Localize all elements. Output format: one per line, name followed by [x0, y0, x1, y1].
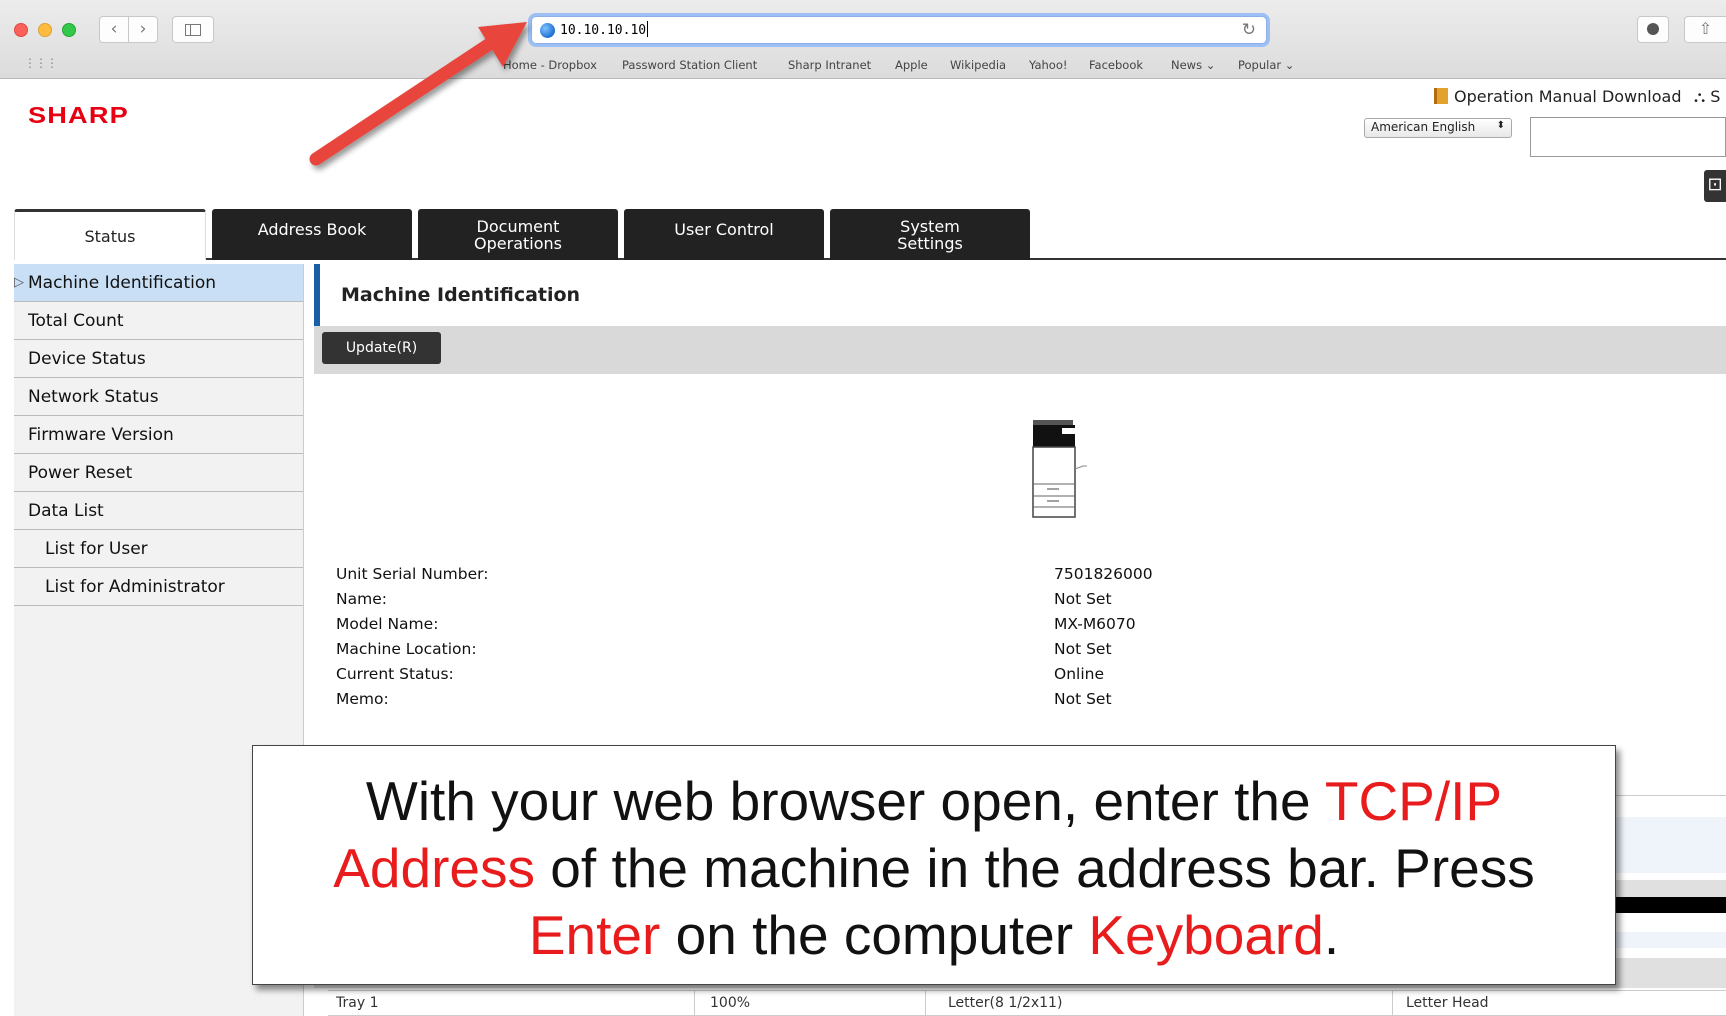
menu-item-data-list[interactable]: Data List: [14, 492, 303, 530]
menu-item-power-reset[interactable]: Power Reset: [14, 454, 303, 492]
address-input[interactable]: 10.10.10.10: [560, 21, 649, 38]
menu-item-network-status[interactable]: Network Status: [14, 378, 303, 416]
downloads-icon: [1647, 23, 1659, 35]
name-value: Not Set: [1054, 590, 1112, 608]
instruction-line-2: Address of the machine in the address ba…: [333, 837, 1535, 899]
table-row: Tray 1 100% Letter(8 1/2x11) Letter Head: [328, 990, 1726, 1016]
machine-location-label: Machine Location:: [336, 640, 477, 658]
sidebar-icon: [185, 24, 201, 36]
tab-user-control[interactable]: User Control: [624, 209, 824, 260]
tray-paper-type-cell: Letter Head: [1406, 995, 1489, 1011]
bookmark-news[interactable]: News ⌄: [1171, 58, 1215, 72]
share-icon: ⇧: [1698, 19, 1713, 38]
sidebar-toggle-button[interactable]: [172, 16, 214, 43]
downloads-button[interactable]: [1637, 16, 1669, 43]
update-toolbar: Update(R): [314, 326, 1726, 374]
tab-status[interactable]: Status: [14, 209, 206, 260]
sitemap-link[interactable]: ⛬ S: [1694, 87, 1720, 107]
current-status-value: Online: [1054, 665, 1104, 683]
sitemap-icon: ⛬: [1694, 87, 1711, 106]
instruction-line-3: Enter on the computer Keyboard.: [528, 904, 1340, 966]
tab-address-book[interactable]: Address Book: [212, 209, 412, 260]
bookmark-yahoo[interactable]: Yahoo!: [1029, 58, 1067, 72]
menu-item-list-for-administrator[interactable]: List for Administrator: [14, 568, 303, 606]
bookmark-popular[interactable]: Popular ⌄: [1238, 58, 1294, 72]
menu-item-firmware-version[interactable]: Firmware Version: [14, 416, 303, 454]
tray-paper-size-cell: Letter(8 1/2x11): [948, 995, 1063, 1011]
bookmarks-bar: ⋮⋮⋮ Home - Dropbox Password Station Clie…: [0, 53, 1726, 79]
chevron-left-icon: ‹: [110, 19, 118, 39]
tray-level-cell: 100%: [710, 995, 751, 1011]
operation-manual-download-link[interactable]: Operation Manual Download: [1434, 87, 1681, 106]
printer-image: [1032, 420, 1087, 518]
forward-button[interactable]: ›: [128, 16, 158, 43]
book-icon: [1434, 88, 1448, 104]
bookmark-password-station[interactable]: Password Station Client: [622, 58, 757, 72]
menu-item-list-for-user[interactable]: List for User: [14, 530, 303, 568]
chevron-right-icon: ›: [139, 19, 147, 39]
login-field[interactable]: [1530, 117, 1726, 157]
login-button[interactable]: ⊡: [1704, 170, 1726, 202]
current-item-icon: ▷: [14, 275, 24, 290]
bookmark-sharp-intranet[interactable]: Sharp Intranet: [788, 58, 871, 72]
back-button[interactable]: ‹: [99, 16, 129, 43]
instruction-callout: With your web browser open, enter the TC…: [252, 745, 1616, 985]
menu-item-device-status[interactable]: Device Status: [14, 340, 303, 378]
language-select[interactable]: American English ⬍: [1364, 118, 1512, 138]
zoom-window-button[interactable]: [62, 23, 76, 37]
name-label: Name:: [336, 590, 387, 608]
instruction-line-1: With your web browser open, enter the TC…: [365, 770, 1503, 832]
model-name-label: Model Name:: [336, 615, 439, 633]
tab-system-settings[interactable]: System Settings: [830, 209, 1030, 260]
current-status-label: Current Status:: [336, 665, 454, 683]
close-window-button[interactable]: [14, 23, 28, 37]
update-button[interactable]: Update(R): [322, 332, 441, 364]
tray-name-cell: Tray 1: [336, 995, 379, 1011]
address-bar[interactable]: 10.10.10.10 ↻: [531, 16, 1267, 44]
top-sites-grid-icon[interactable]: ⋮⋮⋮: [24, 56, 58, 70]
reload-icon[interactable]: ↻: [1242, 20, 1256, 40]
model-name-value: MX-M6070: [1054, 615, 1136, 633]
sharp-logo: SHARP: [28, 102, 129, 128]
memo-label: Memo:: [336, 690, 389, 708]
main-tabs: Status Address Book Document Operations …: [14, 207, 1726, 260]
machine-location-value: Not Set: [1054, 640, 1112, 658]
serial-number-value: 7501826000: [1054, 565, 1153, 583]
content-title-bar: Machine Identification: [314, 264, 1726, 326]
globe-icon: [540, 23, 555, 38]
minimize-window-button[interactable]: [38, 23, 52, 37]
bookmark-wikipedia[interactable]: Wikipedia: [950, 58, 1006, 72]
bookmark-dropbox[interactable]: Home - Dropbox: [503, 58, 597, 72]
select-arrows-icon: ⬍: [1496, 120, 1505, 131]
tab-document-operations[interactable]: Document Operations: [418, 209, 618, 260]
bookmark-apple[interactable]: Apple: [895, 58, 928, 72]
bookmark-facebook[interactable]: Facebook: [1089, 58, 1143, 72]
serial-number-label: Unit Serial Number:: [336, 565, 489, 583]
menu-item-total-count[interactable]: Total Count: [14, 302, 303, 340]
menu-item-machine-identification[interactable]: ▷ Machine Identification: [14, 264, 303, 302]
share-button[interactable]: ⇧: [1684, 16, 1726, 43]
page-title: Machine Identification: [341, 284, 581, 306]
login-icon: ⊡: [1707, 174, 1723, 195]
browser-toolbar: ‹ › 10.10.10.10 ↻ ⇧ ⋮⋮⋮ Home - Dropbox P…: [0, 0, 1726, 79]
memo-value: Not Set: [1054, 690, 1112, 708]
